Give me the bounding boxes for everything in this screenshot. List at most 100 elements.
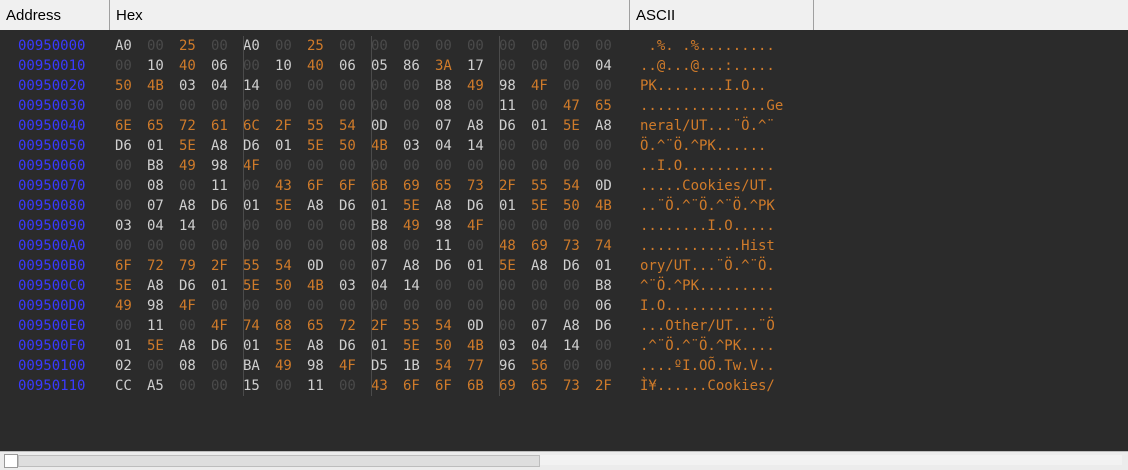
hex-byte[interactable]: 11 [435, 236, 457, 256]
hex-byte[interactable]: 01 [243, 336, 265, 356]
hex-byte[interactable]: 01 [275, 136, 297, 156]
table-row[interactable]: 009500E0 00 11 00 4F 74 68 65 72 2F 55 54 0D 00 07 A8 D6… [0, 316, 1128, 336]
hex-byte[interactable]: A0 [115, 36, 137, 56]
hex-byte[interactable]: 6F [339, 176, 361, 196]
hex-byte[interactable]: 01 [371, 336, 393, 356]
hex-byte[interactable]: 2F [211, 256, 233, 276]
hex-byte[interactable]: 00 [499, 36, 521, 56]
hex-byte[interactable]: 49 [179, 156, 201, 176]
hex-byte[interactable]: 98 [499, 76, 521, 96]
hex-byte[interactable]: 5E [243, 276, 265, 296]
hex-byte[interactable]: 00 [595, 136, 617, 156]
hex-byte[interactable]: D6 [499, 116, 521, 136]
hex-byte[interactable]: 00 [467, 36, 489, 56]
hex-byte[interactable]: 06 [595, 296, 617, 316]
table-row[interactable]: 00950010 00 10 40 06 00 10 40 06 05 86 3A 17 00 00 00 04… [0, 56, 1128, 76]
table-row[interactable]: 009500D0 49 98 4F 00 00 00 00 00 00 00 00 00 00 00 00 06… [0, 296, 1128, 316]
hex-byte[interactable]: 00 [499, 156, 521, 176]
hex-byte[interactable]: 6F [403, 376, 425, 396]
hex-byte[interactable]: 6E [115, 116, 137, 136]
hex-byte[interactable]: 05 [371, 56, 393, 76]
hex-byte[interactable]: 17 [467, 56, 489, 76]
hex-byte[interactable]: 49 [275, 356, 297, 376]
scroll-track[interactable] [540, 455, 1122, 465]
hex-byte[interactable]: 4B [467, 336, 489, 356]
hex-byte[interactable]: 3A [435, 56, 457, 76]
hex-byte[interactable]: 01 [467, 256, 489, 276]
hex-byte[interactable]: 06 [339, 56, 361, 76]
table-row[interactable]: 00950080 00 07 A8 D6 01 5E A8 D6 01 5E A8 D6 01 5E 50 4B… [0, 196, 1128, 216]
hex-byte[interactable]: 69 [531, 236, 553, 256]
hex-byte[interactable]: 40 [307, 56, 329, 76]
hex-byte[interactable]: 0D [371, 116, 393, 136]
hex-byte[interactable]: 79 [179, 256, 201, 276]
hex-byte[interactable]: 65 [595, 96, 617, 116]
hex-byte[interactable]: 14 [243, 76, 265, 96]
hex-byte[interactable]: 54 [339, 116, 361, 136]
hex-byte[interactable]: 00 [179, 376, 201, 396]
hex-byte[interactable]: A8 [435, 196, 457, 216]
table-row[interactable]: 00950110 CC A5 00 00 15 00 11 00 43 6F 6F 6B 69 65 73 2F… [0, 376, 1128, 396]
hex-byte[interactable]: 03 [179, 76, 201, 96]
hex-byte[interactable]: 07 [435, 116, 457, 136]
hex-byte[interactable]: 00 [371, 36, 393, 56]
hex-byte[interactable]: 00 [307, 96, 329, 116]
horizontal-scrollbar[interactable] [0, 451, 1128, 470]
hex-byte[interactable]: 69 [499, 376, 521, 396]
hex-byte[interactable]: 2F [595, 376, 617, 396]
hex-byte[interactable]: 08 [147, 176, 169, 196]
hex-byte[interactable]: 55 [531, 176, 553, 196]
hex-byte[interactable]: 01 [211, 276, 233, 296]
hex-byte[interactable]: 00 [147, 36, 169, 56]
hex-byte[interactable]: 04 [435, 136, 457, 156]
hex-byte[interactable]: 6C [243, 116, 265, 136]
hex-byte[interactable]: D6 [467, 196, 489, 216]
hex-byte[interactable]: 00 [435, 276, 457, 296]
hex-byte[interactable]: CC [115, 376, 137, 396]
hex-byte[interactable]: 04 [595, 56, 617, 76]
hex-byte[interactable]: 72 [147, 256, 169, 276]
hex-byte[interactable]: 54 [275, 256, 297, 276]
hex-byte[interactable]: 98 [307, 356, 329, 376]
hex-byte[interactable]: 04 [531, 336, 553, 356]
hex-byte[interactable]: A8 [531, 256, 553, 276]
hex-byte[interactable]: 00 [243, 56, 265, 76]
hex-byte[interactable]: 00 [371, 156, 393, 176]
hex-byte[interactable]: 00 [563, 156, 585, 176]
hex-byte[interactable]: 4F [211, 316, 233, 336]
hex-byte[interactable]: 04 [147, 216, 169, 236]
hex-byte[interactable]: 00 [339, 296, 361, 316]
hex-byte[interactable]: 4F [339, 356, 361, 376]
hex-byte[interactable]: B8 [147, 156, 169, 176]
hex-byte[interactable]: 14 [467, 136, 489, 156]
hex-byte[interactable]: 11 [147, 316, 169, 336]
hex-byte[interactable]: 54 [563, 176, 585, 196]
table-row[interactable]: 00950050 D6 01 5E A8 D6 01 5E 50 4B 03 04 14 00 00 00 00… [0, 136, 1128, 156]
hex-byte[interactable]: 49 [115, 296, 137, 316]
hex-byte[interactable]: 00 [307, 296, 329, 316]
hex-byte[interactable]: A8 [403, 256, 425, 276]
hex-byte[interactable]: 00 [371, 296, 393, 316]
hex-byte[interactable]: 00 [339, 156, 361, 176]
hex-byte[interactable]: 00 [435, 296, 457, 316]
hex-byte[interactable]: 00 [499, 276, 521, 296]
hex-byte[interactable]: 55 [403, 316, 425, 336]
hex-byte[interactable]: 25 [307, 36, 329, 56]
hex-byte[interactable]: 00 [211, 376, 233, 396]
hex-byte[interactable]: 01 [147, 136, 169, 156]
table-row[interactable]: 00950040 6E 65 72 61 6C 2F 55 54 0D 00 07 A8 D6 01 5E A8… [0, 116, 1128, 136]
hex-byte[interactable]: 4F [179, 296, 201, 316]
hex-byte[interactable]: 40 [179, 56, 201, 76]
hex-byte[interactable]: 5E [403, 336, 425, 356]
hex-byte[interactable]: 4F [531, 76, 553, 96]
hex-byte[interactable]: 98 [147, 296, 169, 316]
hex-byte[interactable]: 00 [531, 36, 553, 56]
hex-byte[interactable]: 00 [243, 176, 265, 196]
hex-byte[interactable]: 72 [339, 316, 361, 336]
hex-byte[interactable]: 00 [275, 36, 297, 56]
hex-byte[interactable]: 00 [467, 236, 489, 256]
hex-byte[interactable]: 00 [403, 36, 425, 56]
hex-byte[interactable]: 4B [307, 276, 329, 296]
hex-byte[interactable]: 4B [147, 76, 169, 96]
hex-byte[interactable]: D6 [243, 136, 265, 156]
